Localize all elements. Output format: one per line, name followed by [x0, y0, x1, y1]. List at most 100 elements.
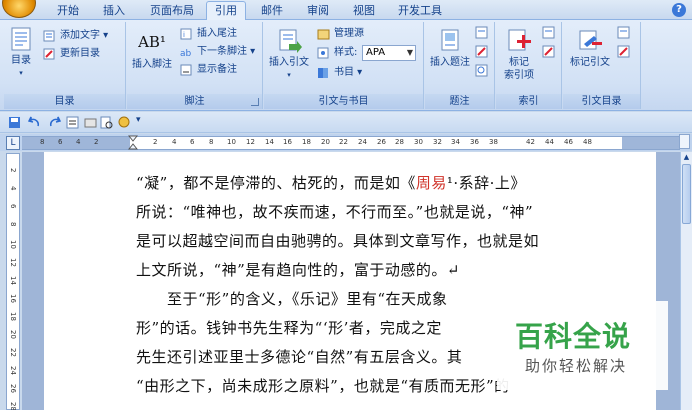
show-notes-button[interactable]: 显示备注: [179, 62, 237, 78]
citation-style-select[interactable]: APA ▼: [362, 45, 416, 61]
group-citations: 插入引文 ▾ 管理源 样式: APA ▼ 书目 ▾ 引文与书目: [264, 22, 424, 109]
manage-sources-button[interactable]: 管理源: [316, 26, 364, 42]
toc-button-label: 目录: [11, 55, 31, 66]
insert-citation-button[interactable]: 插入引文 ▾: [266, 28, 312, 82]
ruler-tick-label: 4: [76, 138, 81, 146]
update-toa-icon[interactable]: [617, 45, 631, 59]
insert-caption-icon: [436, 28, 464, 54]
ruler-tick-label: 46: [564, 138, 573, 146]
save-icon[interactable]: [8, 116, 21, 129]
view-ruler-button[interactable]: [679, 134, 690, 149]
scrollbar-thumb[interactable]: [682, 164, 691, 224]
mark-entry-icon: [505, 28, 533, 54]
bibliography-button[interactable]: 书目 ▾: [316, 65, 362, 81]
update-index-icon[interactable]: [542, 45, 556, 59]
tab-home[interactable]: 开始: [50, 2, 86, 20]
text-line: 先生还引述亚里士多德论“自然”有五层含义。其: [136, 346, 462, 367]
update-table-icon[interactable]: [475, 45, 489, 59]
text-line: “由形之下，尚未成形之原料”，也就是“有质而无形”的: [136, 375, 510, 396]
tab-page-layout[interactable]: 页面布局: [142, 2, 202, 20]
format-icon[interactable]: [84, 116, 97, 129]
manage-sources-label: 管理源: [334, 28, 364, 39]
ribbon-tab-bar: 开始 插入 页面布局 引用 邮件 审阅 视图 开发工具 ?: [0, 0, 692, 21]
add-text-icon: [43, 30, 55, 42]
ruler-right-margin: [622, 137, 680, 149]
mark-citation-button[interactable]: 标记引文: [565, 28, 615, 69]
watermark: 百科全说 助你轻松解决: [497, 301, 668, 390]
insert-footnote-button[interactable]: AB¹ 插入脚注: [129, 30, 175, 71]
vertical-ruler-tick-label: 18: [9, 312, 17, 321]
text-segment: “凝”，都不是停滞的、枯死的，而是如《: [136, 174, 416, 192]
redo-icon[interactable]: [48, 116, 61, 129]
cross-reference-icon[interactable]: [475, 64, 489, 78]
bullets-icon[interactable]: [66, 116, 79, 129]
toc-button[interactable]: 目录 ▾: [6, 26, 36, 80]
ruler-tick-label: 44: [545, 138, 554, 146]
tab-insert[interactable]: 插入: [96, 2, 132, 20]
insert-endnote-button[interactable]: i 插入尾注: [179, 26, 237, 42]
ruler-row: L 8 6 4 2 2 4 6 8 10 12 14 16 18 20 22 24 26 28 30 32 34 36 38…: [0, 134, 692, 151]
svg-text:i: i: [183, 31, 185, 39]
ruler-tick-label: 48: [583, 138, 592, 146]
vertical-ruler-tick-label: 20: [9, 330, 17, 339]
scroll-up-icon[interactable]: ▲: [682, 152, 691, 162]
vertical-ruler-tick-label: 24: [9, 366, 17, 375]
horizontal-ruler[interactable]: 8 6 4 2 2 4 6 8 10 12 14 16 18 20 22 24 26 28 30 32 34 36 38 42…: [22, 135, 680, 151]
tab-developer[interactable]: 开发工具: [392, 2, 448, 20]
text-line: 形”的话。钱钟书先生释为“‘形’者，完成之定: [136, 317, 442, 338]
tab-review[interactable]: 审阅: [300, 2, 336, 20]
hyperlink-text[interactable]: 周易: [416, 174, 447, 192]
tab-references[interactable]: 引用: [206, 1, 246, 21]
insert-caption-label: 插入题注: [430, 57, 470, 68]
ruler-tick-label: 14: [265, 138, 274, 146]
tab-view[interactable]: 视图: [346, 2, 382, 20]
undo-icon[interactable]: [28, 116, 41, 129]
text-line: 所说：“唯神也，故不疾而速，不行而至。”也就是说，“神”: [136, 201, 533, 222]
group-table-of-authorities: 标记引文 引文目录: [563, 22, 641, 109]
help-icon[interactable]: ?: [672, 3, 686, 17]
toc-icon: [7, 26, 35, 52]
insert-table-of-figures-icon[interactable]: [475, 26, 489, 40]
mark-entry-button[interactable]: 标记 索引项: [498, 28, 540, 82]
vertical-ruler-tick-label: 28: [9, 402, 17, 410]
customize-qat-icon[interactable]: ▾: [136, 115, 141, 125]
insert-index-icon[interactable]: [542, 26, 556, 40]
group-citations-label: 引文与书目: [264, 94, 423, 109]
group-footnotes: AB¹ 插入脚注 i 插入尾注 ab 下一条脚注 ▾ 显示备注 脚注: [127, 22, 263, 109]
insert-citation-label: 插入引文: [269, 57, 309, 68]
text-line: 上文所说，“神”是有趋向性的，富于动感的。↵: [136, 259, 460, 280]
tab-selector[interactable]: L: [6, 136, 20, 150]
add-text-button[interactable]: 添加文字 ▾: [42, 28, 108, 44]
print-preview-icon[interactable]: [100, 116, 113, 129]
vertical-ruler-tick-label: 22: [9, 348, 17, 357]
group-captions-label: 题注: [425, 94, 494, 109]
vertical-ruler-tick-label: 8: [9, 222, 17, 227]
ruler-tick-label: 24: [358, 138, 367, 146]
group-captions: 插入题注 题注: [425, 22, 495, 109]
spelling-icon[interactable]: [118, 116, 131, 129]
mark-citation-label: 标记引文: [570, 57, 610, 68]
show-notes-label: 显示备注: [197, 64, 237, 75]
next-footnote-button[interactable]: ab 下一条脚注 ▾: [179, 44, 255, 60]
ruler-tick-label: 18: [302, 138, 311, 146]
svg-text:ab: ab: [180, 49, 192, 58]
manage-sources-icon: [317, 29, 330, 40]
insert-toa-icon[interactable]: [617, 26, 631, 40]
bibliography-label: 书目: [334, 67, 354, 78]
vertical-ruler-tick-label: 14: [9, 276, 17, 285]
office-button[interactable]: [2, 0, 36, 18]
footnotes-dialog-launcher-icon[interactable]: [251, 98, 259, 106]
update-toc-button[interactable]: 更新目录: [42, 46, 100, 62]
vertical-ruler[interactable]: 2 4 6 8 10 12 14 16 18 20 22 24 26 28: [6, 153, 20, 410]
insert-caption-button[interactable]: 插入题注: [427, 28, 473, 69]
ruler-tick-label: 42: [526, 138, 535, 146]
indent-marker-icon[interactable]: [128, 135, 138, 151]
group-toc: 目录 ▾ 添加文字 ▾ 更新目录 目录: [4, 22, 126, 109]
text-line: “凝”，都不是停滞的、枯死的，而是如《周易¹·系辞·上》: [136, 172, 526, 193]
tab-mailings[interactable]: 邮件: [254, 2, 290, 20]
vertical-scrollbar[interactable]: ▲: [680, 152, 692, 410]
next-footnote-icon: ab: [180, 49, 192, 58]
vertical-ruler-tick-label: 16: [9, 294, 17, 303]
text-segment: “由形之下，尚未成形之原料”，也就是“有质而无形”的: [136, 377, 510, 395]
dropdown-arrow-icon: ▾: [19, 69, 23, 77]
